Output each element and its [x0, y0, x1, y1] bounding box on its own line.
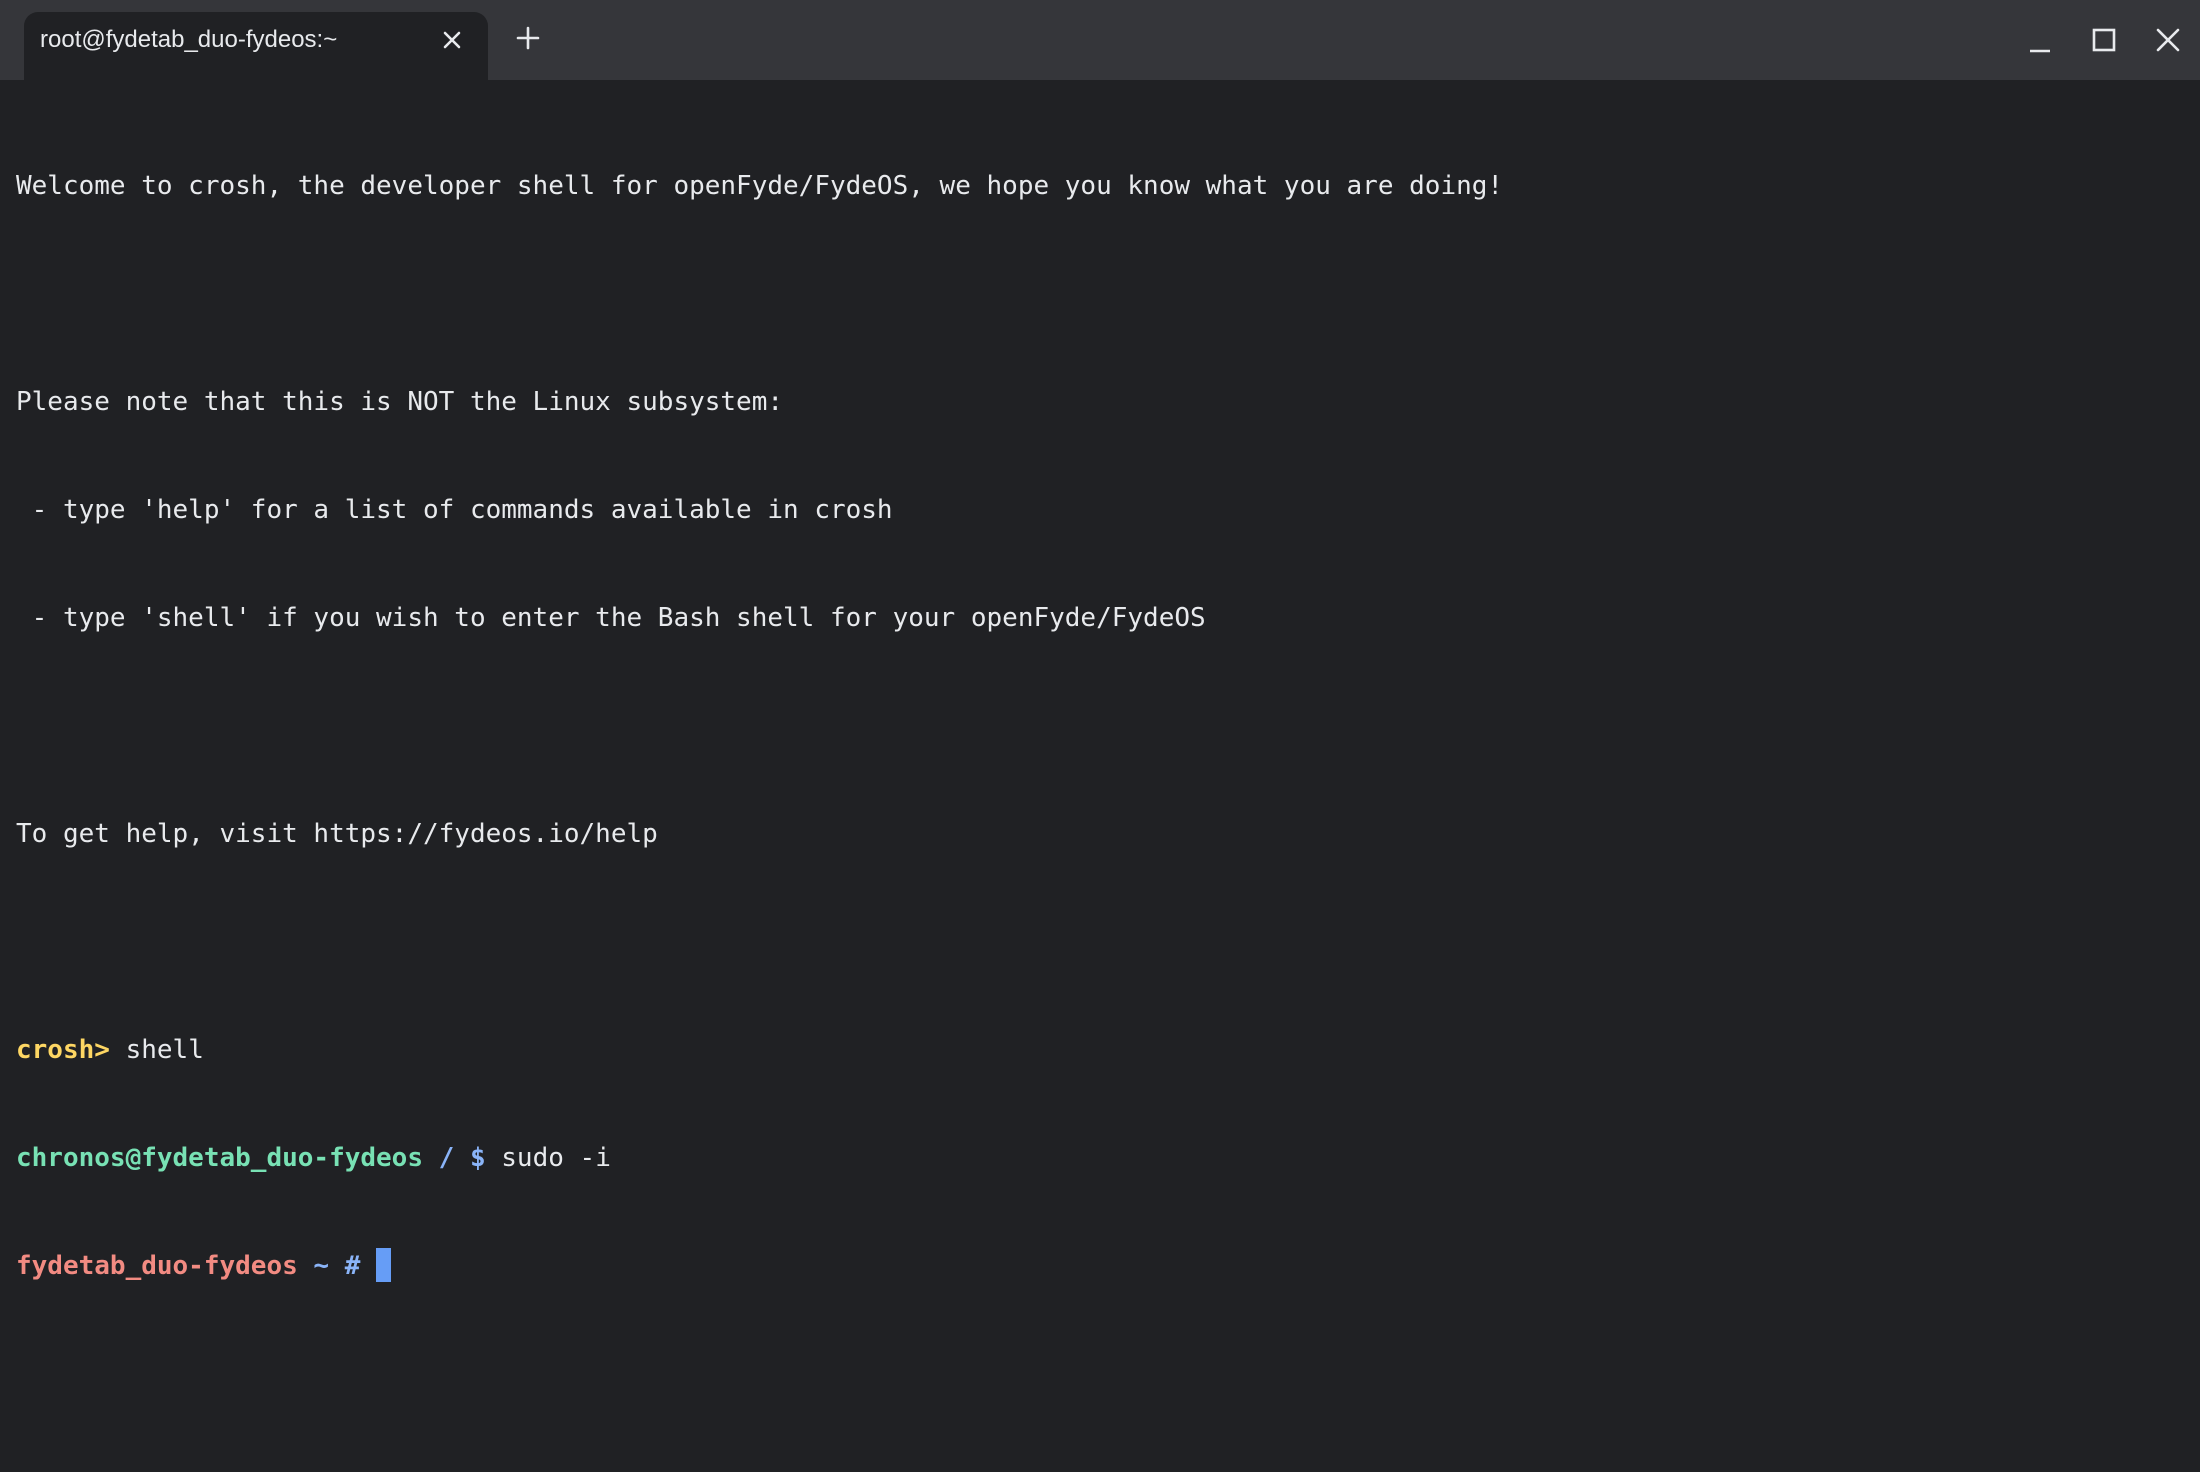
note-shell-line: - type 'shell' if you wish to enter the … — [16, 603, 1206, 633]
user-prompt: chronos@fydetab_duo-fydeos — [16, 1143, 423, 1173]
welcome-line: Welcome to crosh, the developer shell fo… — [16, 171, 1504, 201]
text-cursor — [376, 1248, 392, 1282]
title-bar: root@fydetab_duo-fydeos:~ — [0, 0, 2200, 80]
tab-title: root@fydetab_duo-fydeos:~ — [40, 26, 338, 53]
terminal-output[interactable]: Welcome to crosh, the developer shell fo… — [16, 96, 2184, 1456]
close-icon[interactable] — [2150, 22, 2186, 58]
root-prompt-symbol: ~ # — [297, 1251, 361, 1281]
note-header-line: Please note that this is NOT the Linux s… — [16, 387, 784, 417]
user-prompt-symbol: / $ — [423, 1143, 486, 1173]
root-prompt: fydetab_duo-fydeos — [16, 1251, 298, 1281]
root-command-line[interactable]: fydetab_duo-fydeos ~ # — [16, 1248, 2184, 1284]
note-help-line: - type 'help' for a list of commands ava… — [16, 495, 893, 525]
plus-icon[interactable] — [512, 22, 544, 54]
help-url-line: To get help, visit https://fydeos.io/hel… — [16, 819, 658, 849]
terminal-window: root@fydetab_duo-fydeos:~ Welcome to cro… — [0, 0, 2200, 1472]
user-command-line: chronos@fydetab_duo-fydeos / $ sudo -i — [16, 1140, 2184, 1176]
user-command: sudo -i — [485, 1143, 611, 1173]
crosh-command: shell — [109, 1035, 204, 1065]
minimize-icon[interactable] — [2022, 22, 2058, 58]
crosh-command-line: crosh> shell — [16, 1032, 2184, 1068]
root-command-input[interactable] — [360, 1251, 376, 1281]
crosh-prompt: crosh> — [16, 1035, 110, 1065]
close-icon[interactable] — [440, 28, 464, 52]
tab-terminal[interactable]: root@fydetab_duo-fydeos:~ — [24, 12, 488, 80]
maximize-icon[interactable] — [2086, 22, 2122, 58]
